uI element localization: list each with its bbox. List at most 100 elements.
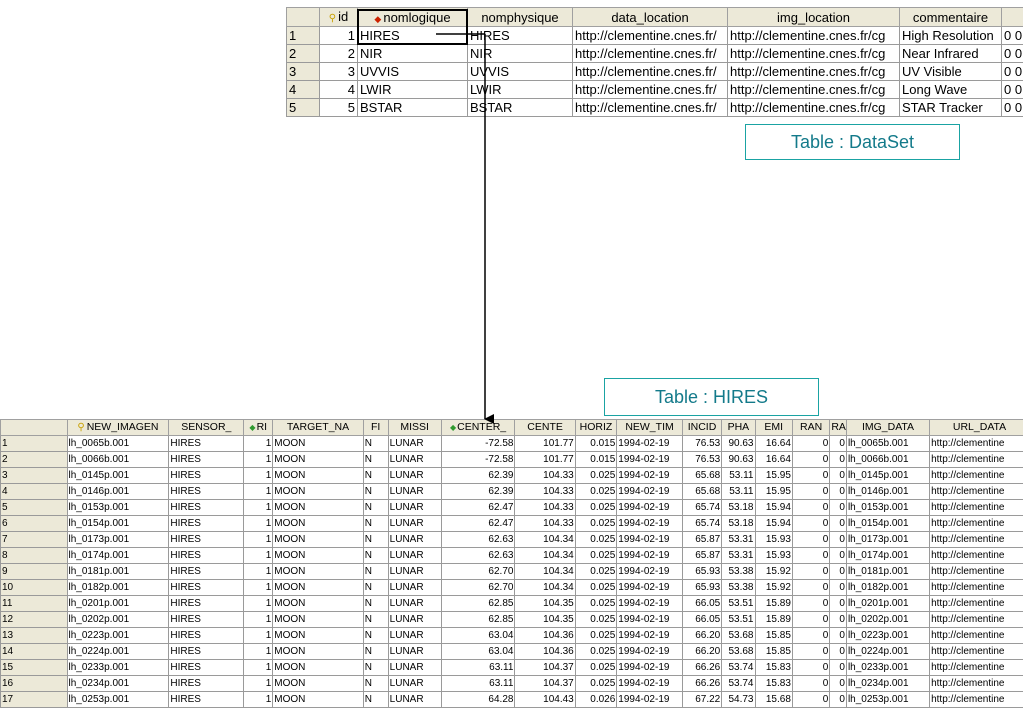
- row-number[interactable]: 6: [0, 515, 68, 532]
- cell-nomphysique[interactable]: BSTAR: [467, 98, 573, 117]
- cell-target-na[interactable]: MOON: [272, 515, 364, 532]
- cell-cente[interactable]: 101.77: [514, 451, 576, 468]
- cell-pha[interactable]: 53.38: [721, 563, 756, 580]
- cell-new-imagen[interactable]: lh_0233p.001: [66, 659, 170, 676]
- cell-target-na[interactable]: MOON: [272, 547, 364, 564]
- cell-missi[interactable]: LUNAR: [387, 659, 442, 676]
- cell-target-na[interactable]: MOON: [272, 675, 364, 692]
- cell-ra[interactable]: 0: [829, 435, 847, 452]
- cell-target-na[interactable]: MOON: [272, 483, 364, 500]
- cell-ran[interactable]: 0: [791, 595, 831, 612]
- cell-new-imagen[interactable]: lh_0153p.001: [66, 499, 170, 516]
- cell-cente[interactable]: 104.33: [514, 515, 576, 532]
- cell-incid[interactable]: 66.26: [681, 659, 723, 676]
- row-number[interactable]: 4: [286, 80, 320, 99]
- cell-center[interactable]: 62.85: [440, 595, 516, 612]
- cell-img-data[interactable]: lh_0201p.001: [845, 595, 931, 612]
- cell-ran[interactable]: 0: [791, 483, 831, 500]
- cell-pha[interactable]: 53.74: [721, 659, 756, 676]
- cell-ran[interactable]: 0: [791, 435, 831, 452]
- cell-cente[interactable]: 104.35: [514, 595, 576, 612]
- cell-missi[interactable]: LUNAR: [387, 531, 442, 548]
- cell-ran[interactable]: 0: [791, 515, 831, 532]
- cell-pha[interactable]: 53.68: [721, 627, 756, 644]
- column-header-cente[interactable]: CENTE: [514, 419, 576, 436]
- cell-horiz[interactable]: 0.025: [574, 563, 618, 580]
- cell-emi[interactable]: 15.94: [754, 515, 793, 532]
- cell-emi[interactable]: 15.89: [754, 595, 793, 612]
- row-number[interactable]: 12: [0, 611, 68, 628]
- cell-fi[interactable]: N: [362, 531, 389, 548]
- table-row[interactable]: 4 4 LWIR LWIR http://clementine.cnes.fr/http…: [286, 80, 1023, 99]
- cell-img-data[interactable]: lh_0223p.001: [845, 627, 931, 644]
- cell-target-na[interactable]: MOON: [272, 579, 364, 596]
- cell-center[interactable]: 62.63: [440, 531, 516, 548]
- cell-ra[interactable]: 0: [829, 579, 847, 596]
- cell-sensor[interactable]: HIRES: [168, 499, 245, 516]
- cell-pha[interactable]: 53.11: [721, 467, 756, 484]
- table-row[interactable]: 6 lh_0154p.001 HIRES 1 MOON N LUNAR 62.47 104.33…: [0, 515, 1023, 532]
- cell-incid[interactable]: 65.87: [681, 547, 723, 564]
- cell-ri[interactable]: 1: [243, 627, 274, 644]
- cell-url-data[interactable]: http://clementine: [929, 499, 1023, 516]
- row-number[interactable]: 8: [0, 547, 68, 564]
- column-header-missi[interactable]: MISSI: [387, 419, 442, 436]
- cell-fi[interactable]: N: [362, 675, 389, 692]
- cell-emi[interactable]: 15.68: [754, 691, 793, 708]
- row-number[interactable]: 7: [0, 531, 68, 548]
- cell-sensor[interactable]: HIRES: [168, 515, 245, 532]
- cell-target-na[interactable]: MOON: [272, 563, 364, 580]
- cell-new-tim[interactable]: 1994-02-19: [616, 483, 683, 500]
- table-row[interactable]: 2 2 NIR NIR http://clementine.cnes.fr/http:/…: [286, 44, 1023, 63]
- cell-new-imagen[interactable]: lh_0154p.001: [66, 515, 170, 532]
- cell-center[interactable]: 62.39: [440, 483, 516, 500]
- cell-emi[interactable]: 15.85: [754, 627, 793, 644]
- cell-ri[interactable]: 1: [243, 531, 274, 548]
- cell-emi[interactable]: 15.92: [754, 563, 793, 580]
- cell-pha[interactable]: 53.11: [721, 483, 756, 500]
- cell-fi[interactable]: N: [362, 627, 389, 644]
- cell-missi[interactable]: LUNAR: [387, 483, 442, 500]
- cell-data-location[interactable]: http://clementine.cnes.fr/: [572, 44, 728, 63]
- cell-ra[interactable]: 0: [829, 563, 847, 580]
- cell-center[interactable]: 63.04: [440, 643, 516, 660]
- cell-target-na[interactable]: MOON: [272, 659, 364, 676]
- cell-center[interactable]: 62.70: [440, 579, 516, 596]
- cell-incid[interactable]: 65.68: [681, 467, 723, 484]
- cell-pha[interactable]: 53.18: [721, 515, 756, 532]
- cell-new-tim[interactable]: 1994-02-19: [616, 675, 683, 692]
- cell-ri[interactable]: 1: [243, 499, 274, 516]
- column-header-commentaire[interactable]: commentaire: [899, 7, 1002, 27]
- cell-center[interactable]: 62.39: [440, 467, 516, 484]
- cell-incid[interactable]: 66.05: [681, 595, 723, 612]
- cell-extra[interactable]: 0 0: [1001, 80, 1023, 99]
- cell-cente[interactable]: 104.34: [514, 531, 576, 548]
- cell-commentaire[interactable]: Long Wave: [899, 80, 1002, 99]
- cell-horiz[interactable]: 0.025: [574, 515, 618, 532]
- cell-ra[interactable]: 0: [829, 627, 847, 644]
- cell-horiz[interactable]: 0.025: [574, 659, 618, 676]
- cell-incid[interactable]: 66.20: [681, 627, 723, 644]
- column-header-fi[interactable]: FI: [362, 419, 389, 436]
- cell-url-data[interactable]: http://clementine: [929, 611, 1023, 628]
- cell-new-imagen[interactable]: lh_0202p.001: [66, 611, 170, 628]
- cell-sensor[interactable]: HIRES: [168, 675, 245, 692]
- cell-id[interactable]: 3: [319, 62, 358, 81]
- cell-ra[interactable]: 0: [829, 483, 847, 500]
- cell-ri[interactable]: 1: [243, 563, 274, 580]
- cell-fi[interactable]: N: [362, 611, 389, 628]
- cell-ra[interactable]: 0: [829, 659, 847, 676]
- cell-id[interactable]: 5: [319, 98, 358, 117]
- cell-missi[interactable]: LUNAR: [387, 675, 442, 692]
- table-row[interactable]: 1 1 HIRES HIRES http://clementine.cnes.fr/ht…: [286, 26, 1023, 45]
- cell-data-location[interactable]: http://clementine.cnes.fr/: [572, 98, 728, 117]
- cell-ra[interactable]: 0: [829, 675, 847, 692]
- cell-missi[interactable]: LUNAR: [387, 467, 442, 484]
- cell-incid[interactable]: 67.22: [681, 691, 723, 708]
- cell-horiz[interactable]: 0.025: [574, 675, 618, 692]
- cell-pha[interactable]: 53.51: [721, 595, 756, 612]
- row-number[interactable]: 16: [0, 675, 68, 692]
- cell-target-na[interactable]: MOON: [272, 611, 364, 628]
- column-header-img-location[interactable]: img_location: [727, 7, 900, 27]
- table-row[interactable]: 4 lh_0146p.001 HIRES 1 MOON N LUNAR 62.39 104.33…: [0, 483, 1023, 500]
